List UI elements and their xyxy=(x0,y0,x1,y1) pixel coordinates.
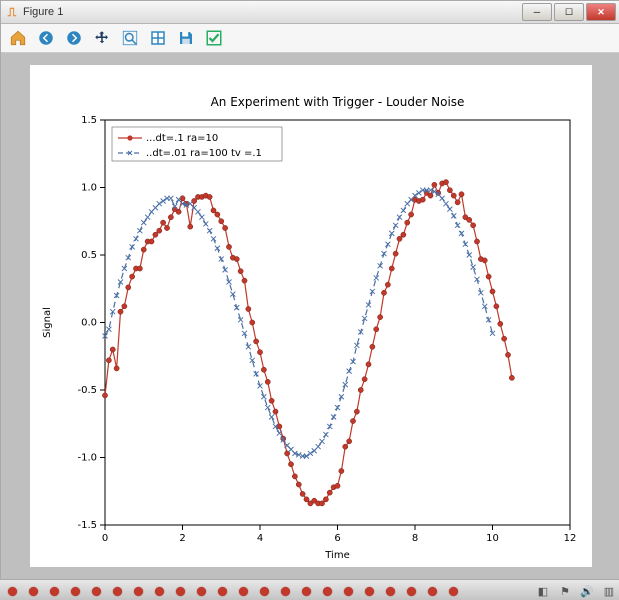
app-icon: ⎍ xyxy=(5,5,19,19)
taskbar: ◧ ⚑ 🔊 ▥ xyxy=(0,580,619,600)
taskbar-item[interactable] xyxy=(149,582,169,600)
taskbar-item[interactable] xyxy=(380,582,400,600)
taskbar-item[interactable] xyxy=(422,582,442,600)
svg-text:-1.5: -1.5 xyxy=(77,520,97,531)
window-title: Figure 1 xyxy=(23,6,520,18)
tray-icon[interactable]: ◧ xyxy=(535,583,551,599)
subplots-button[interactable] xyxy=(147,27,169,49)
figure-window: ⎍ Figure 1 ─ ☐ ✕ 0 2 4 6 8 10 12 -1.5 -1.0 -0.5 0.… xyxy=(0,0,619,580)
plot-figure: 0 2 4 6 8 10 12 -1.5 -1.0 -0.5 0.0 0.5 1.0 1.5 Time Sig… xyxy=(30,65,592,567)
svg-text:12: 12 xyxy=(563,533,576,544)
taskbar-item[interactable] xyxy=(107,582,127,600)
svg-text:-0.5: -0.5 xyxy=(77,385,97,396)
taskbar-item[interactable] xyxy=(443,582,463,600)
svg-text:An Experiment with Trigger - L: An Experiment with Trigger - Louder Nois… xyxy=(210,95,464,109)
toolbar xyxy=(1,24,619,53)
taskbar-item[interactable] xyxy=(296,582,316,600)
svg-text:...dt=.1 ra=10: ...dt=.1 ra=10 xyxy=(146,133,218,144)
pan-button[interactable] xyxy=(91,27,113,49)
svg-text:0: 0 xyxy=(101,533,107,544)
svg-text:2: 2 xyxy=(179,533,185,544)
svg-text:4: 4 xyxy=(256,533,262,544)
system-tray: ◧ ⚑ 🔊 ▥ xyxy=(535,583,619,599)
svg-text:10: 10 xyxy=(486,533,499,544)
save-button[interactable] xyxy=(175,27,197,49)
minimize-button[interactable]: ─ xyxy=(522,3,552,21)
taskbar-item[interactable] xyxy=(191,582,211,600)
titlebar: ⎍ Figure 1 ─ ☐ ✕ xyxy=(1,1,619,24)
home-button[interactable] xyxy=(7,27,29,49)
close-button[interactable]: ✕ xyxy=(586,3,616,21)
check-button[interactable] xyxy=(203,27,225,49)
taskbar-item[interactable] xyxy=(233,582,253,600)
taskbar-item[interactable] xyxy=(401,582,421,600)
taskbar-item[interactable] xyxy=(254,582,274,600)
forward-button[interactable] xyxy=(63,27,85,49)
taskbar-item[interactable] xyxy=(170,582,190,600)
svg-text:Time: Time xyxy=(324,550,349,561)
svg-text:..dt=.01 ra=100 tv =.1: ..dt=.01 ra=100 tv =.1 xyxy=(146,148,262,159)
taskbar-item[interactable] xyxy=(128,582,148,600)
taskbar-item[interactable] xyxy=(275,582,295,600)
svg-text:6: 6 xyxy=(334,533,340,544)
taskbar-item[interactable] xyxy=(2,582,22,600)
back-button[interactable] xyxy=(35,27,57,49)
taskbar-item[interactable] xyxy=(338,582,358,600)
taskbar-item[interactable] xyxy=(23,582,43,600)
taskbar-item[interactable] xyxy=(212,582,232,600)
svg-text:Signal: Signal xyxy=(42,307,53,338)
taskbar-item[interactable] xyxy=(86,582,106,600)
svg-text:1.0: 1.0 xyxy=(81,183,97,194)
tray-icon[interactable]: ▥ xyxy=(601,583,617,599)
plot-svg: 0 2 4 6 8 10 12 -1.5 -1.0 -0.5 0.0 0.5 1.0 1.5 Time Sig… xyxy=(30,65,592,567)
taskbar-item[interactable] xyxy=(317,582,337,600)
svg-text:-1.0: -1.0 xyxy=(77,453,97,464)
taskbar-item[interactable] xyxy=(359,582,379,600)
canvas-area: 0 2 4 6 8 10 12 -1.5 -1.0 -0.5 0.0 0.5 1.0 1.5 Time Sig… xyxy=(1,53,619,579)
zoom-button[interactable] xyxy=(119,27,141,49)
taskbar-item[interactable] xyxy=(65,582,85,600)
svg-text:0.0: 0.0 xyxy=(81,318,97,329)
svg-text:0.5: 0.5 xyxy=(81,250,97,261)
svg-text:8: 8 xyxy=(411,533,417,544)
tray-icon[interactable]: ⚑ xyxy=(557,583,573,599)
taskbar-item[interactable] xyxy=(44,582,64,600)
tray-icon[interactable]: 🔊 xyxy=(579,583,595,599)
svg-text:1.5: 1.5 xyxy=(81,115,97,126)
maximize-button[interactable]: ☐ xyxy=(554,3,584,21)
